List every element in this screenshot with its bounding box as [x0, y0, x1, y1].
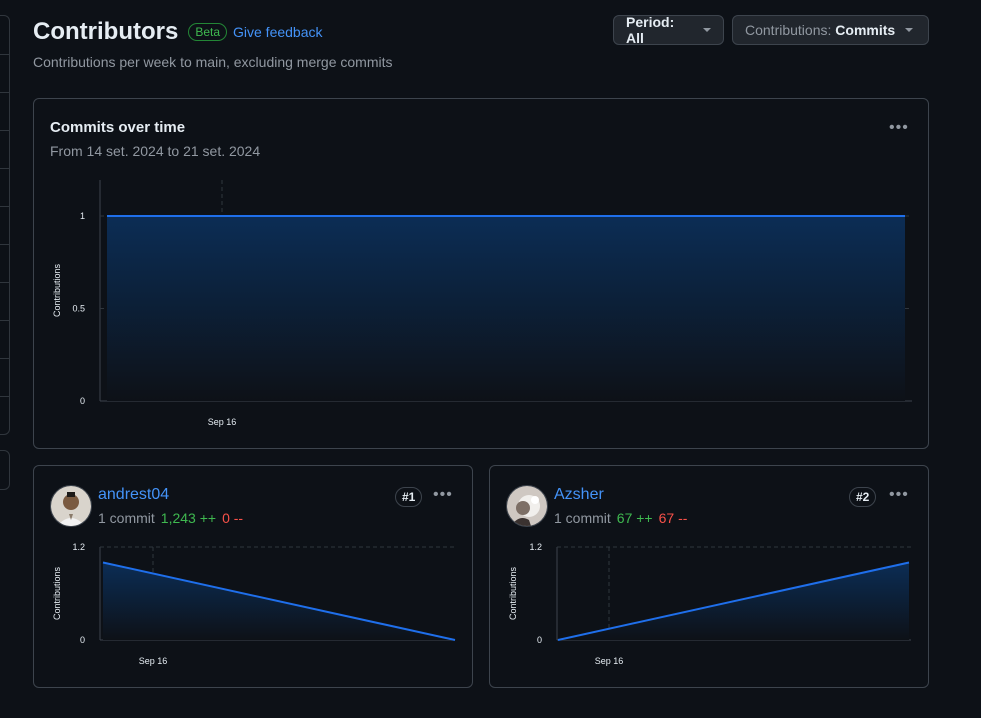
y-tick-label: 0.5 — [72, 304, 85, 314]
y-tick-label: 0 — [80, 396, 85, 406]
y-tick-label: 1 — [80, 211, 85, 221]
x-tick-label: Sep 16 — [139, 656, 168, 666]
charts-layer: 0 0.5 1 Sep 16 Contributions 0 1.2 Sep 16 Contri… — [52, 180, 912, 666]
series-area — [107, 216, 905, 401]
x-tick-label: Sep 16 — [208, 417, 237, 427]
y-axis-label: Contributions — [52, 566, 62, 620]
y-axis-label: Contributions — [508, 566, 518, 620]
y-tick-label: 1.2 — [529, 542, 542, 552]
x-tick-label: Sep 16 — [595, 656, 624, 666]
y-tick-label: 0 — [80, 635, 85, 645]
y-axis-label: Contributions — [52, 263, 62, 317]
y-tick-label: 0 — [537, 635, 542, 645]
y-tick-label: 1.2 — [72, 542, 85, 552]
